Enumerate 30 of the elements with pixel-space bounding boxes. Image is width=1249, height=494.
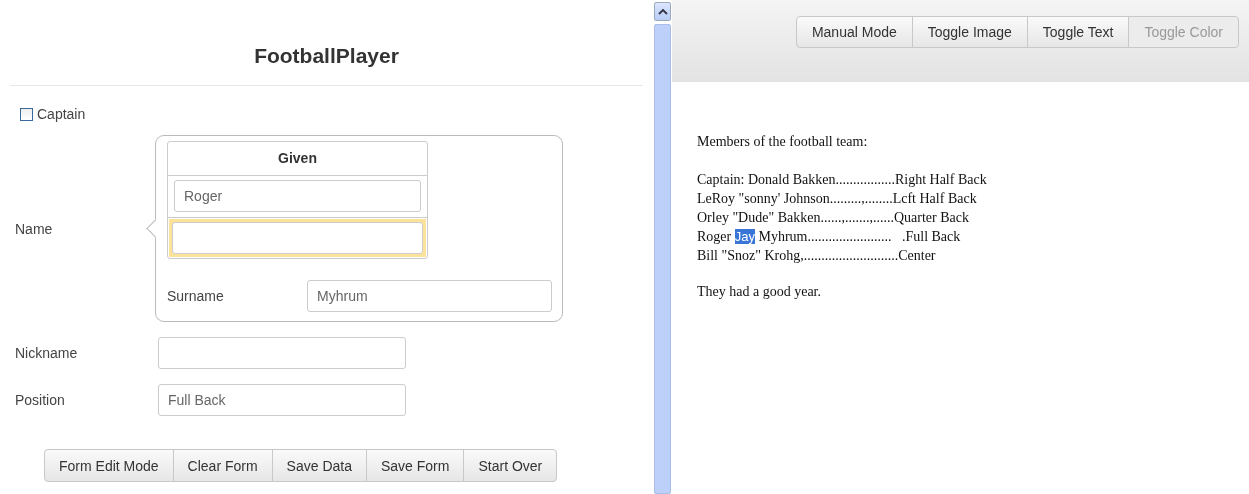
scroll-up-button[interactable] — [654, 2, 671, 21]
document-heading: Members of the football team: — [697, 134, 869, 150]
roster-line: Bill "Snoz" Krohg,...........................Center — [697, 247, 937, 265]
name-label: Name — [15, 220, 54, 237]
form-button[interactable]: Clear Form — [172, 449, 273, 482]
input-field[interactable] — [158, 337, 406, 369]
toolbar-button[interactable]: Toggle Image — [911, 16, 1028, 48]
form-button[interactable]: Save Form — [366, 449, 465, 482]
captain-label: Captain — [37, 106, 86, 122]
form-button[interactable]: Save Data — [271, 449, 367, 482]
scrollbar-thumb[interactable] — [654, 24, 671, 494]
field-label: Nickname — [15, 345, 79, 361]
given-name-field[interactable]: Roger — [174, 180, 421, 212]
form-button[interactable]: Form Edit Mode — [44, 449, 174, 482]
toolbar-button[interactable]: Toggle Text — [1026, 16, 1130, 48]
given-header: Given — [168, 142, 427, 176]
toolbar-button[interactable]: Manual Mode — [795, 16, 913, 48]
roster-line: Roger Jay Myhrum........................ .Full Back — [697, 228, 962, 246]
input-field[interactable]: Full Back — [158, 384, 406, 416]
document-closing: They had a good year. — [697, 284, 822, 300]
roster-line: Orley "Dude" Bakken......,.......,......Quarter Back — [697, 209, 970, 227]
form-button[interactable]: Start Over — [463, 449, 558, 482]
surname-field[interactable]: Myhrum — [307, 280, 552, 312]
roster-line: LeRoy "sonny' Johnson.........,........Lcft Half Back — [697, 190, 978, 208]
roster-line: Captain: Donald Bakken.................Right Half Back — [697, 171, 988, 189]
caret-up-icon — [657, 7, 668, 16]
form-title: FootballPlayer — [10, 0, 643, 86]
surname-label: Surname — [167, 288, 225, 304]
field-label: Position — [15, 392, 66, 408]
captain-checkbox[interactable] — [20, 107, 33, 121]
